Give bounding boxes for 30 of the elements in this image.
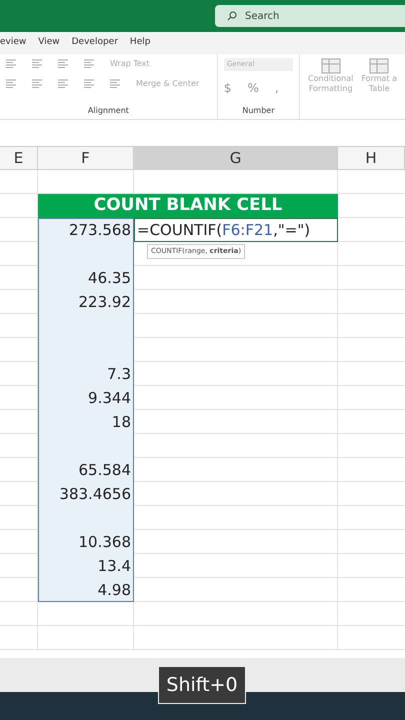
group-label: Alignment xyxy=(86,105,130,117)
align-right-icon[interactable] xyxy=(58,79,68,89)
table-cell-text: 7.3 xyxy=(106,364,132,385)
align-left-icon[interactable] xyxy=(6,79,16,89)
column-header[interactable]: H xyxy=(338,147,405,170)
ribbon-tab[interactable]: View xyxy=(38,36,60,50)
group-label: Number xyxy=(241,105,276,117)
table-cell-text: 18 xyxy=(110,412,132,433)
table-cell-text: 10.368 xyxy=(78,532,132,553)
table-cell-text: 383.4656 xyxy=(58,484,132,505)
table-cell-text: 13.4 xyxy=(96,556,132,577)
ribbon-tab[interactable]: Developer xyxy=(72,36,118,50)
search-field[interactable]: Search xyxy=(215,5,405,27)
table-grid-icon xyxy=(369,58,390,74)
table-cell-text: 65.584 xyxy=(78,460,132,481)
ribbon-tab[interactable]: eview xyxy=(0,36,26,50)
table-cell-text: 273.568 xyxy=(68,220,132,241)
search-placeholder: Search xyxy=(245,10,280,24)
column-header[interactable]: E xyxy=(0,147,38,170)
table-cell-text: 9.344 xyxy=(87,388,132,409)
align-center-icon[interactable] xyxy=(32,79,42,89)
sheet-title: COUNT BLANK CELL xyxy=(38,194,338,218)
table-cell-text: 46.35 xyxy=(87,268,132,289)
column-header[interactable]: G xyxy=(134,147,338,170)
key-overlay: Shift+0 xyxy=(158,666,246,704)
search-icon xyxy=(227,11,237,21)
ribbon-tab[interactable]: Help xyxy=(130,36,150,50)
table-cell-text: 223.92 xyxy=(78,292,132,313)
table-grid-icon xyxy=(320,58,341,74)
table-cell-text: 4.98 xyxy=(96,580,132,601)
